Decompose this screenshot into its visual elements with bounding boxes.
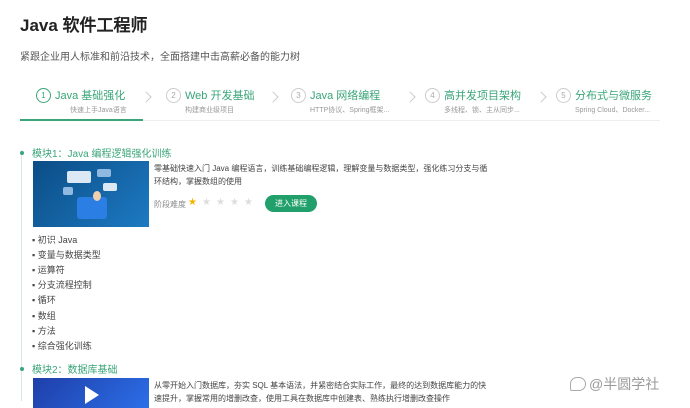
course-thumbnail[interactable] (33, 378, 149, 408)
course-thumbnail[interactable] (33, 161, 149, 227)
timeline-line (21, 150, 22, 401)
module-description: 零基础快速入门 Java 编程语言，训练基础编程逻辑，理解变量与数据类型，强化练… (154, 164, 488, 186)
step-label: 分布式与微服务 (575, 90, 652, 102)
step-desc: 快速上手Java语言 (70, 107, 127, 114)
step-number: 3 (291, 88, 306, 103)
step-label: Java 网络编程 (310, 90, 381, 102)
thumbnail-figure (93, 191, 101, 201)
star-filled-icon: ★ (188, 197, 197, 208)
star-empty-icon: ★ (202, 197, 211, 208)
chevron-right-icon (140, 91, 152, 103)
weibo-logo-icon (570, 377, 586, 391)
chevron-right-icon (535, 91, 547, 103)
module-title[interactable]: 模块1：Java 编程逻辑强化训练 (32, 145, 171, 160)
star-empty-icon: ★ (216, 197, 225, 208)
lesson-item[interactable]: ▪ 变量与数据类型 (32, 248, 101, 261)
timeline-dot (20, 367, 24, 371)
step-desc: 构建商业级项目 (185, 107, 234, 114)
lesson-item[interactable]: ▪ 综合强化训练 (32, 339, 92, 352)
step-desc: HTTP协议、Spring框架... (310, 107, 390, 114)
step-nav: 1 Java 基础强化 快速上手Java语言 2 Web 开发基础 构建商业级项… (20, 80, 660, 121)
chevron-right-icon (404, 91, 416, 103)
step-number: 4 (425, 88, 440, 103)
lesson-item[interactable]: ▪ 初识 Java (32, 233, 77, 246)
step-number: 2 (166, 88, 181, 103)
thumbnail-window (103, 183, 117, 191)
enter-course-button[interactable]: 进入课程 (265, 195, 317, 212)
thumbnail-window (97, 169, 111, 177)
thumbnail-window (63, 187, 73, 195)
module-description: 从零开始入门数据库，夯实 SQL 基本语法，并紧密结合实际工作，最终的达到数据库… (154, 381, 487, 403)
difficulty-label: 阶段难度 (154, 200, 186, 209)
lesson-item[interactable]: ▪ 方法 (32, 324, 56, 337)
step-number: 5 (556, 88, 571, 103)
step-desc: 多线程、锁、主从同步... (444, 107, 520, 114)
star-empty-icon: ★ (244, 197, 253, 208)
chevron-right-icon (267, 91, 279, 103)
page-title: Java 软件工程师 (20, 16, 148, 35)
step-label: Java 基础强化 (55, 90, 126, 102)
module-title[interactable]: 模块2：数据库基础 (32, 361, 118, 376)
page-subtitle: 紧跟企业用人标准和前沿技术，全面搭建中击高薪必备的能力树 (20, 52, 300, 63)
thumbnail-figure (85, 386, 99, 404)
step-desc: Spring Cloud、Docker... (575, 107, 651, 114)
lesson-item[interactable]: ▪ 运算符 (32, 263, 65, 276)
step-number: 1 (36, 88, 51, 103)
thumbnail-window (67, 171, 91, 183)
step-active-underline (20, 119, 143, 121)
thumbnail-figure (77, 197, 107, 219)
lesson-item[interactable]: ▪ 分支流程控制 (32, 278, 92, 291)
lesson-item[interactable]: ▪ 循环 (32, 293, 56, 306)
star-empty-icon: ★ (230, 197, 239, 208)
step-label: Web 开发基础 (185, 90, 255, 102)
step-label: 高并发项目架构 (444, 90, 521, 102)
timeline-dot (20, 151, 24, 155)
lesson-item[interactable]: ▪ 数组 (32, 309, 56, 322)
watermark: @半圆学社 (570, 374, 659, 394)
